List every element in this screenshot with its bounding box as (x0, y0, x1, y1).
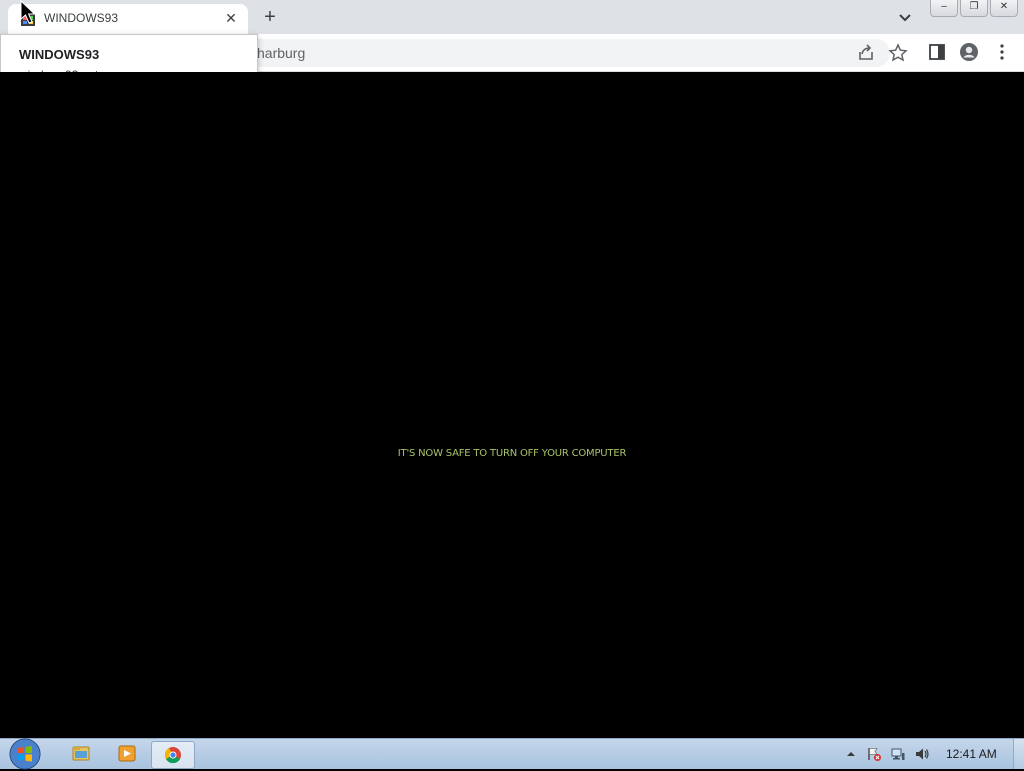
tab-windows93[interactable]: WINDOWS93 ✕ (8, 4, 248, 34)
network-icon[interactable] (890, 746, 906, 762)
file-explorer-icon[interactable] (60, 741, 102, 767)
profile-avatar-icon[interactable] (959, 42, 979, 62)
media-player-icon[interactable] (106, 741, 148, 767)
restore-button[interactable]: ❐ (960, 0, 988, 17)
web-page[interactable]: IT'S NOW SAFE TO TURN OFF YOUR COMPUTER (0, 72, 1024, 738)
hover-card-title: WINDOWS93 (19, 47, 100, 62)
bookmark-star-icon[interactable] (888, 43, 908, 63)
shutdown-message: IT'S NOW SAFE TO TURN OFF YOUR COMPUTER (397, 448, 627, 459)
window-controls: – ❐ ✕ (930, 0, 1018, 18)
show-desktop-button[interactable] (1013, 739, 1024, 769)
taskbar: 12:41 AM (0, 737, 1024, 771)
taskbar-clock[interactable]: 12:41 AM (946, 747, 997, 761)
show-hidden-icons-icon[interactable] (843, 746, 859, 762)
tab-close-button[interactable]: ✕ (222, 9, 240, 27)
kebab-menu-icon[interactable] (992, 42, 1012, 62)
tab-title: WINDOWS93 (44, 11, 119, 25)
tab-strip: WINDOWS93 ✕ + – ❐ ✕ (0, 0, 1024, 34)
chrome-icon[interactable] (151, 741, 195, 769)
action-center-flag-icon[interactable] (866, 746, 882, 762)
tab-search-chevron-down-icon[interactable] (893, 5, 917, 29)
side-panel-icon[interactable] (927, 42, 947, 62)
volume-icon[interactable] (914, 746, 930, 762)
start-button[interactable] (8, 737, 42, 771)
new-tab-button[interactable]: + (258, 5, 282, 29)
minimize-button[interactable]: – (930, 0, 958, 17)
address-bar-text: harburg (257, 45, 306, 61)
mouse-cursor-icon (20, 0, 36, 24)
share-icon[interactable] (856, 43, 876, 63)
close-window-button[interactable]: ✕ (990, 0, 1018, 17)
